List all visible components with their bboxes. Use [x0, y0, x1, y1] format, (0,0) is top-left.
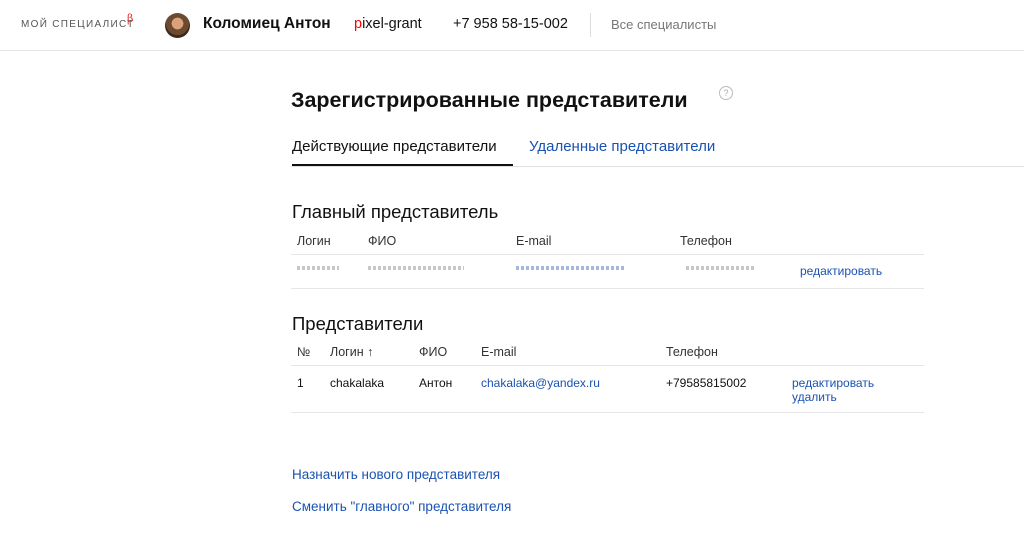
reps-row-divider — [291, 412, 924, 413]
rep-login: chakalaka — [330, 376, 385, 390]
main-rep-title: Главный представитель — [292, 201, 499, 222]
page-title: Зарегистрированные представители — [291, 88, 688, 112]
main-rep-email-masked[interactable] — [516, 266, 624, 270]
rep-email-link[interactable]: chakalaka@yandex.ru — [481, 376, 600, 390]
main-rep-col-name: ФИО — [368, 234, 397, 248]
main-rep-col-login: Логин — [297, 234, 331, 248]
user-name[interactable]: Коломиец Антон — [203, 15, 331, 33]
main-rep-col-phone: Телефон — [680, 234, 732, 248]
rep-delete-link[interactable]: удалить — [792, 390, 837, 404]
reps-header-divider — [291, 365, 924, 366]
main-rep-row-divider — [291, 288, 924, 289]
main-rep-phone-masked — [686, 266, 756, 270]
tabs-divider — [291, 166, 1024, 167]
change-main-rep-link[interactable]: Сменить "главного" представителя — [292, 499, 511, 514]
main-rep-header-divider — [291, 254, 924, 255]
rep-num: 1 — [297, 376, 304, 390]
reps-col-login-sort[interactable]: Логин ↑ — [330, 345, 373, 359]
brand-logo[interactable]: МОЙ СПЕЦИАЛИСТ — [21, 19, 135, 30]
client-login-first-letter: p — [354, 16, 363, 32]
reps-col-num: № — [297, 345, 311, 359]
reps-title: Представители — [292, 313, 424, 334]
rep-name: Антон — [419, 376, 453, 390]
beta-badge: β — [127, 12, 134, 25]
tab-deleted-representatives[interactable]: Удаленные представители — [529, 138, 715, 155]
reps-col-email: E-mail — [481, 345, 517, 359]
rep-phone: +79585815002 — [666, 376, 747, 390]
main-rep-name-masked — [368, 266, 464, 270]
reps-col-name: ФИО — [419, 345, 448, 359]
assign-new-rep-link[interactable]: Назначить нового представителя — [292, 467, 500, 482]
header-divider — [590, 13, 591, 37]
avatar[interactable] — [165, 13, 190, 38]
all-specialists-link[interactable]: Все специалисты — [611, 17, 716, 32]
rep-edit-link[interactable]: редактировать — [792, 376, 874, 390]
main-rep-login-masked — [297, 266, 339, 270]
help-icon[interactable]: ? — [719, 86, 733, 100]
client-login[interactable]: pixel-grant — [354, 16, 422, 32]
client-phone: +7 958 58-15-002 — [453, 16, 568, 32]
main-rep-edit-link[interactable]: редактировать — [800, 264, 882, 278]
main-rep-col-email: E-mail — [516, 234, 552, 248]
tab-active-representatives[interactable]: Действующие представители — [292, 138, 497, 155]
top-header: МОЙ СПЕЦИАЛИСТ β Коломиец Антон pixel-gr… — [0, 0, 1024, 51]
reps-col-phone: Телефон — [666, 345, 718, 359]
client-login-rest: ixel-grant — [362, 16, 422, 32]
